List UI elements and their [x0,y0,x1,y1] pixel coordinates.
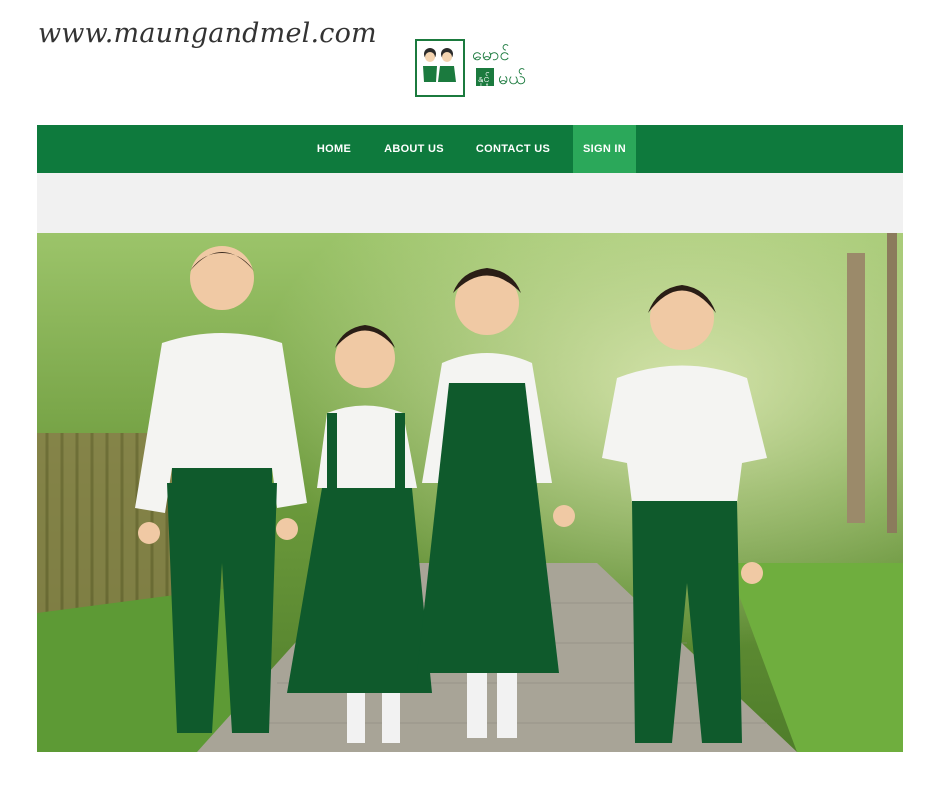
children-logo-icon: မောင် နှင့် မယ် [415,39,526,97]
logo-text-middle: နှင့် [478,72,490,87]
site-url: www.maungandmel.com [38,18,377,49]
nav-list: HOME ABOUT US CONTACT US SIGN IN [37,125,903,173]
nav-sign-in[interactable]: SIGN IN [573,125,636,173]
site-logo[interactable]: မောင် နှင့် မယ် [414,38,536,98]
hero-photo [37,233,903,752]
nav-about-us[interactable]: ABOUT US [377,125,451,173]
hero-image [37,233,903,752]
banner-spacer [37,173,903,233]
nav-home[interactable]: HOME [307,125,361,173]
logo-text-top: မောင် [472,44,509,65]
nav-contact-us[interactable]: CONTACT US [469,125,557,173]
logo-text-bottom: မယ် [498,68,526,89]
main-navbar: HOME ABOUT US CONTACT US SIGN IN [37,125,903,173]
